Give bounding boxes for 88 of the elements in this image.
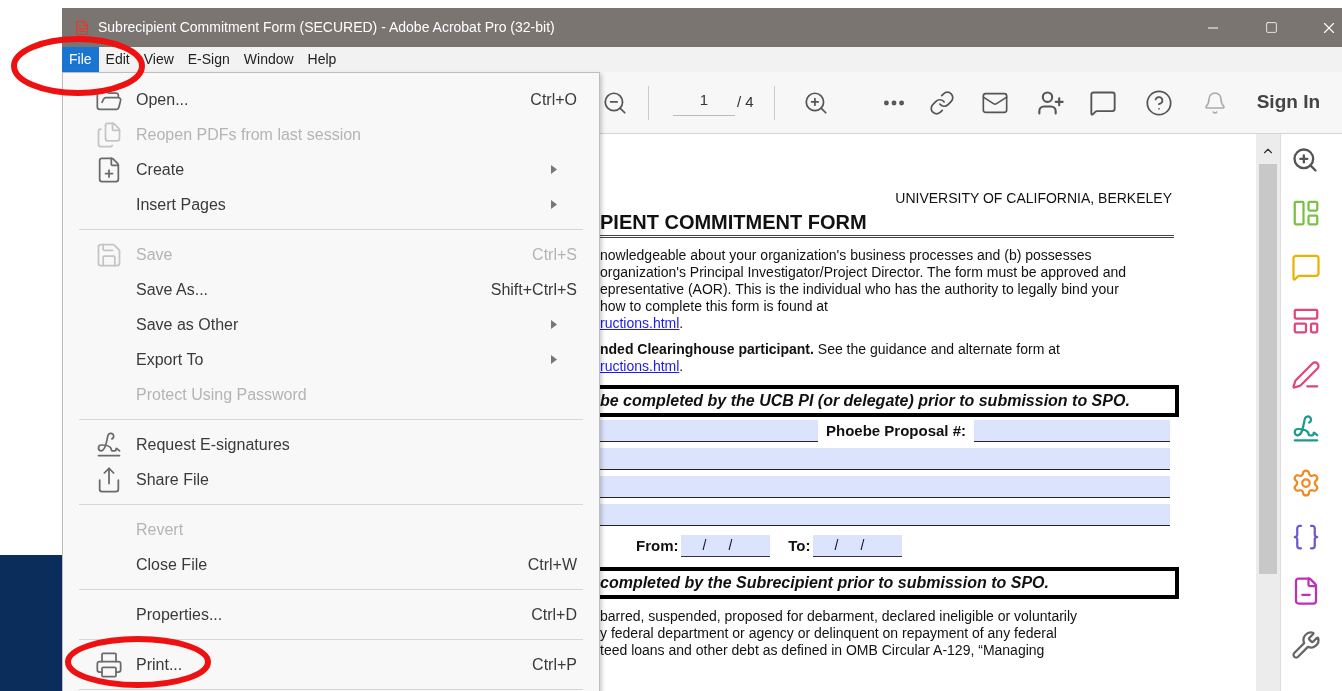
menu-item-label: Revert	[136, 519, 184, 540]
menu-item-label: Reopen PDFs from last session	[136, 124, 361, 145]
zoom-in-icon[interactable]	[1291, 146, 1319, 174]
shortcut-label: Ctrl+D	[531, 604, 577, 625]
menu-item-label: Export To	[136, 349, 204, 370]
menu-item[interactable]: Open... Ctrl+O	[63, 82, 599, 117]
menu-item-label: Save	[136, 244, 173, 265]
date-field[interactable]: / /	[680, 535, 771, 557]
menu-item-label: Properties...	[136, 604, 223, 625]
form-layout-icon[interactable]	[1291, 306, 1321, 336]
form-field[interactable]	[600, 448, 1170, 470]
document-text: .	[679, 358, 684, 375]
pen-signature-icon	[95, 430, 123, 459]
pdf-file-icon	[74, 19, 90, 36]
menu-item-label: Save as Other	[136, 314, 239, 335]
date-separator: /	[702, 536, 707, 555]
menu-bar-item[interactable]: Help	[300, 47, 344, 72]
date-separator: /	[728, 536, 733, 555]
document-text-line: epresentative (AOR). This is the individual who has the authority to legally bind your	[600, 281, 1120, 298]
field-label: Phoebe Proposal #:	[826, 420, 967, 441]
menu-item[interactable]: Export To	[63, 342, 599, 377]
zoom-out-icon[interactable]	[602, 89, 628, 116]
menu-bar-item[interactable]: View	[136, 47, 181, 72]
zoom-in-icon[interactable]	[802, 89, 829, 116]
add-user-icon[interactable]	[1036, 88, 1065, 117]
section-banner: be completed by the UCB PI (or delegate) prior to submission to SPO.	[600, 385, 1179, 417]
menu-bar-item[interactable]: E-Sign	[180, 47, 237, 72]
menu-item[interactable]: Save as Other	[63, 307, 599, 342]
shortcut-label: Ctrl+O	[530, 89, 577, 110]
menu-item[interactable]: Properties... Ctrl+D	[63, 597, 599, 632]
wrench-icon[interactable]	[1291, 630, 1321, 660]
menu-item-label: Protect Using Password	[136, 384, 307, 405]
menu-item[interactable]: Close File Ctrl+W	[63, 547, 599, 582]
menu-item-label: Save As...	[136, 279, 209, 300]
menu-item-label: Create	[136, 159, 185, 180]
page-number-field[interactable]: 1	[673, 89, 735, 116]
menu-item-label: Insert Pages	[136, 194, 226, 215]
document-text-line: y federal department or agency or delinquent on repayment of any federal	[600, 625, 1058, 642]
window-title: Subrecipient Commitment Form (SECURED) - Adobe Acrobat Pro (32-bit)	[98, 18, 555, 37]
document-text-line: organization's Principal Investigator/Project Director. The form must be approved and	[600, 264, 1128, 281]
document-text-line: teed loans and other debt as defined in OMB Circular A-129, “Managing	[600, 642, 1046, 659]
sign-in-button[interactable]: Sign In	[1256, 88, 1320, 117]
shortcut-label: Ctrl+S	[532, 244, 577, 265]
menu-item-label: Print...	[136, 654, 183, 675]
menu-item[interactable]: Request E-signatures	[63, 427, 599, 462]
scrollbar-thumb[interactable]	[1259, 164, 1277, 574]
menu-item-label: Close File	[136, 554, 208, 575]
section-banner: completed by the Subrecipient prior to submission to SPO.	[600, 567, 1179, 599]
menu-item[interactable]: Insert Pages	[63, 187, 599, 222]
menu-item-label: Open...	[136, 89, 189, 110]
help-icon[interactable]	[1144, 88, 1173, 117]
document-text: .	[679, 315, 684, 332]
braces-icon[interactable]	[1291, 522, 1321, 552]
field-label: From:	[636, 535, 679, 556]
shortcut-label: Shift+Ctrl+S	[490, 279, 577, 300]
link-icon[interactable]	[928, 89, 955, 116]
document-header: UNIVERSITY OF CALIFORNIA, BERKELEY	[894, 190, 1173, 206]
menu-item[interactable]: Print... Ctrl+P	[63, 647, 599, 682]
document-title: PIENT COMMITMENT FORM	[600, 210, 1174, 238]
form-field[interactable]	[600, 420, 818, 442]
document-text-line: barred, suspended, proposed for debarment, declared ineligible or voluntarily	[600, 608, 1079, 625]
document-text-line: how to complete this form is found at	[600, 298, 829, 315]
document-text-line: nded Clearinghouse participant. See the guidance and alternate form at	[600, 341, 1061, 358]
field-label: To:	[788, 535, 811, 556]
printer-icon	[95, 650, 123, 679]
scrollbar[interactable]	[1256, 134, 1280, 691]
document-text-line: nowledgeable about your organization's business processes and (b) possesses	[600, 247, 1093, 264]
date-separator: /	[834, 536, 839, 555]
date-separator: /	[860, 536, 865, 555]
maximize-icon[interactable]	[1265, 21, 1278, 34]
shortcut-label: Ctrl+W	[527, 554, 577, 575]
menu-item[interactable]: Share File	[63, 462, 599, 497]
menu-item[interactable]: Save As... Shift+Ctrl+S	[63, 272, 599, 307]
pen-signature-icon[interactable]	[1291, 414, 1321, 444]
form-field[interactable]	[974, 420, 1170, 442]
documents-icon	[95, 120, 123, 149]
pen-icon[interactable]	[1291, 360, 1321, 390]
menu-item-label: Share File	[136, 469, 209, 490]
menu-bar-item[interactable]: File	[62, 47, 99, 72]
shortcut-label: Ctrl+P	[532, 654, 577, 675]
menu-item[interactable]: Create	[63, 152, 599, 187]
form-field[interactable]	[600, 476, 1170, 498]
form-field[interactable]	[600, 504, 1170, 526]
page-total: / 4	[737, 92, 754, 113]
menu-bar-item[interactable]: Edit	[98, 47, 137, 72]
menu-item-label: Request E-signatures	[136, 434, 290, 455]
date-field[interactable]: / /	[812, 535, 903, 557]
menu-bar-item[interactable]: Window	[236, 47, 301, 72]
